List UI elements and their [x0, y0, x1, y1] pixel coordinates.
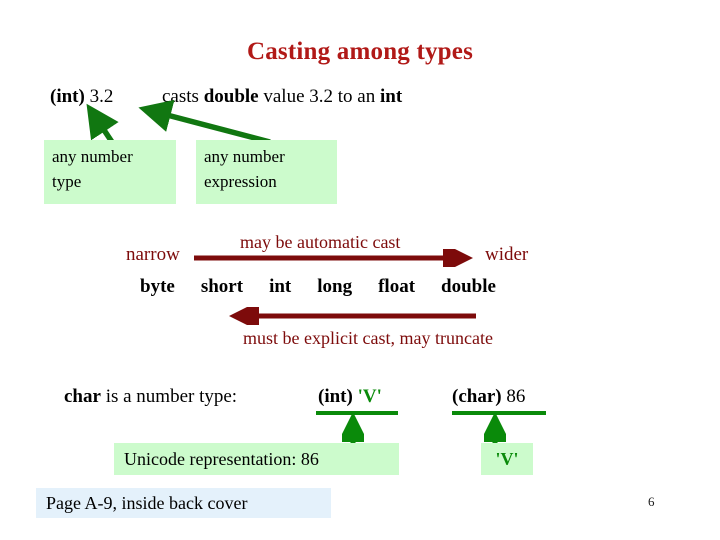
char-is-number-type-statement: char is a number type:: [64, 386, 237, 408]
slide-page-number: 6: [648, 494, 655, 509]
arrow-up-to-int-cast-icon: [342, 412, 364, 445]
explicit-cast-label: must be explicit cast, may truncate: [243, 328, 493, 348]
cast-description-target-type: int: [379, 86, 403, 107]
box-any-number-expression-line2: expression: [204, 171, 277, 191]
box-v-char: 'V': [481, 443, 533, 475]
narrowing-arrow-left-icon: [228, 307, 476, 325]
box-any-number-expression: any number expression: [196, 140, 337, 204]
char-cast-operator: (char): [452, 386, 502, 407]
char-sentence: is a number type:: [100, 386, 238, 407]
char-cast-of-int-example: (char) 86: [452, 386, 525, 408]
type-float: float: [378, 276, 416, 297]
box-v-char-text: 'V': [495, 449, 519, 469]
widening-arrow-right-icon: [194, 249, 474, 267]
int-cast-operator: (int): [318, 386, 353, 407]
type-int: int: [269, 276, 292, 297]
char-keyword: char: [64, 386, 101, 407]
page-title: Casting among types: [246, 38, 474, 65]
type-byte: byte: [140, 276, 175, 297]
box-any-number-type-line2: type: [52, 171, 82, 191]
type-double: double: [441, 276, 496, 297]
box-any-number-type-line1: any number: [52, 147, 133, 166]
slide-canvas: Casting among types (int) 3.2 casts doub…: [0, 0, 720, 540]
wider-label: wider: [485, 244, 529, 265]
box-page-reference: Page A-9, inside back cover: [36, 488, 331, 518]
box-any-number-expression-line1: any number: [204, 147, 285, 166]
primitive-type-list: byte short int long float double: [0, 276, 720, 298]
char-cast-value: 86: [501, 386, 526, 407]
int-cast-of-char-example: (int) 'V': [318, 386, 382, 408]
int-cast-value: 'V': [357, 386, 382, 407]
box-any-number-type: any number type: [44, 140, 176, 204]
box-unicode-representation: Unicode representation: 86: [114, 443, 399, 475]
arrow-up-to-char-cast-icon: [484, 412, 506, 445]
type-long: long: [317, 276, 353, 297]
narrow-label: narrow: [126, 244, 180, 265]
type-short: short: [200, 276, 244, 297]
